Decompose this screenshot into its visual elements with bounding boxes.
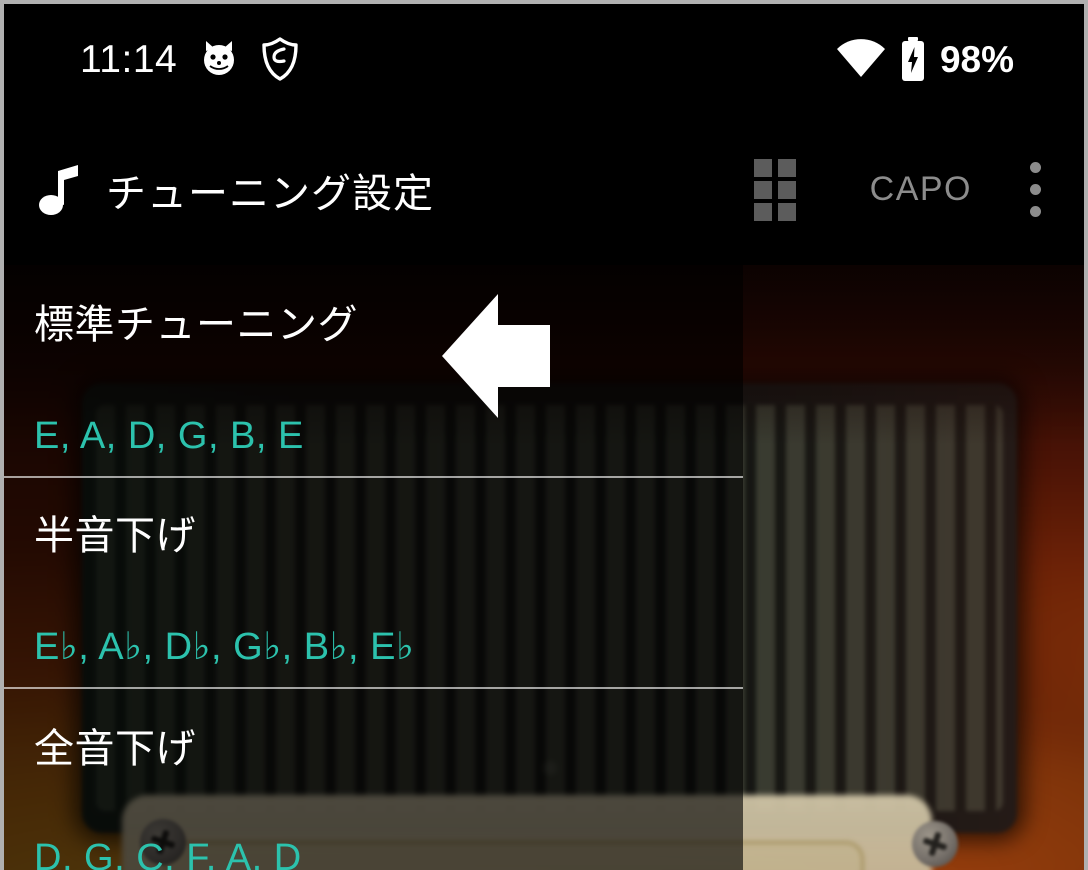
- music-note-icon: [39, 164, 78, 215]
- background-screw-right: [912, 821, 958, 867]
- tuning-notes: E♭, A♭, D♭, G♭, B♭, E♭: [34, 626, 415, 668]
- page-title: チューニング設定: [106, 171, 434, 216]
- cat-face-icon: [204, 41, 235, 75]
- app-bar: チューニング設定 CAPO: [4, 114, 1084, 265]
- tuning-title: 全音下げ: [34, 727, 196, 771]
- tuning-title: 標準チューニング: [34, 303, 358, 347]
- list-item[interactable]: 標準チューニング E, A, D, G, B, E: [4, 265, 743, 478]
- list-item[interactable]: 全音下げ D, G, C, F, A, D: [4, 689, 743, 870]
- tuning-title: 半音下げ: [34, 514, 196, 558]
- list-item[interactable]: 半音下げ E♭, A♭, D♭, G♭, B♭, E♭: [4, 478, 743, 689]
- app-bar-actions: CAPO: [753, 114, 1054, 265]
- status-bar-right: 98%: [836, 4, 1014, 114]
- tuning-list: 標準チューニング E, A, D, G, B, E 半音下げ E♭, A♭, D…: [4, 265, 743, 870]
- shield-icon: [262, 37, 298, 81]
- overflow-menu-icon[interactable]: [1030, 159, 1046, 221]
- grid-icon[interactable]: [753, 158, 798, 221]
- status-clock: 11:14: [80, 37, 178, 81]
- status-bar-left: 11:14: [80, 4, 299, 114]
- app-bar-title-group: チューニング設定: [38, 114, 434, 265]
- tuning-notes: D, G, C, F, A, D: [34, 837, 302, 870]
- status-bar: 11:14 98%: [4, 4, 1084, 114]
- left-arrow-cursor: [442, 294, 550, 418]
- wifi-icon: [836, 39, 885, 77]
- battery-charging-icon: [901, 37, 924, 81]
- phone-screen: 11:14 98% チューニング設定 CAPO 標準チューニング E, A, D…: [4, 4, 1084, 870]
- tuning-notes: E, A, D, G, B, E: [34, 415, 304, 457]
- battery-percent-label: 98%: [939, 38, 1014, 80]
- capo-button[interactable]: CAPO: [870, 170, 972, 209]
